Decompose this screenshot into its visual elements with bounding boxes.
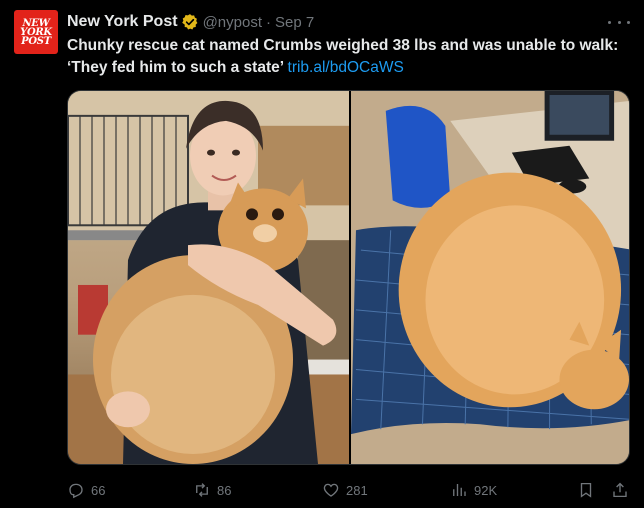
- like-button[interactable]: 281: [322, 478, 368, 502]
- heart-icon: [323, 483, 339, 497]
- views-button[interactable]: 92K: [450, 478, 497, 502]
- account-avatar[interactable]: NEW YORK POST: [14, 10, 58, 54]
- tweet-body: Chunky rescue cat named Crumbs weighed 3…: [67, 35, 627, 79]
- photo-cat-on-blanket[interactable]: [351, 91, 629, 464]
- tweet-header: New York Post @nypost · Sep 7: [67, 11, 632, 33]
- reply-icon: [69, 483, 83, 499]
- tweet-link[interactable]: trib.al/bdOCaWS: [288, 59, 404, 76]
- share-icon: [613, 482, 627, 498]
- verified-badge-icon: [181, 14, 197, 30]
- view-count: 92K: [474, 482, 498, 498]
- views-bar-chart-icon: [453, 484, 466, 496]
- bookmark-icon: [580, 482, 592, 498]
- avatar-logo-text: NEW YORK POST: [20, 17, 52, 47]
- reply-button[interactable]: 66: [67, 478, 105, 502]
- repost-count: 86: [217, 482, 232, 498]
- tweet-actions: 66 86 281 92K: [67, 478, 632, 502]
- photo-woman-holding-cat[interactable]: [68, 91, 349, 464]
- bookmark-button[interactable]: [577, 478, 595, 502]
- share-button[interactable]: [611, 478, 629, 502]
- reply-count: 66: [91, 482, 106, 498]
- post-date[interactable]: Sep 7: [275, 14, 314, 31]
- account-handle[interactable]: @nypost: [203, 14, 262, 31]
- repost-icon: [196, 483, 208, 497]
- more-options-icon[interactable]: [608, 13, 630, 31]
- photo-woman-holding-cat-drawing: [68, 91, 349, 464]
- separator-dot: ·: [265, 13, 271, 31]
- like-count: 281: [346, 482, 368, 498]
- repost-button[interactable]: 86: [193, 478, 231, 502]
- media-grid: [67, 90, 630, 465]
- photo-cat-on-blanket-drawing: [351, 91, 629, 464]
- account-name[interactable]: New York Post: [67, 13, 178, 31]
